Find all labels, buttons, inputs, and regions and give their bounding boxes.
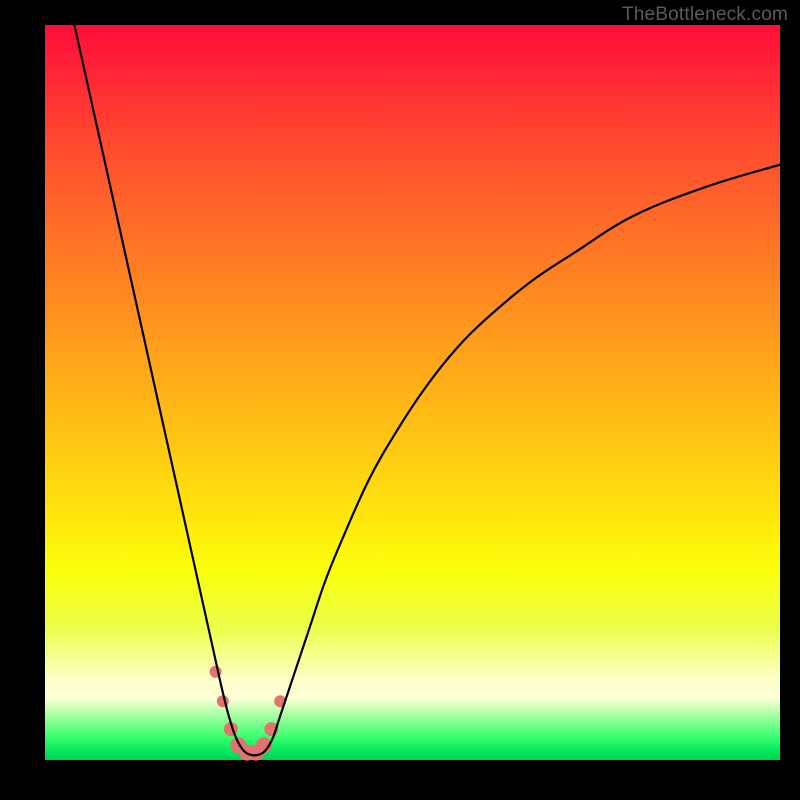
chart-frame: TheBottleneck.com — [0, 0, 800, 800]
chart-svg — [45, 25, 780, 760]
watermark-text: TheBottleneck.com — [622, 4, 788, 26]
bottleneck-curve-path — [74, 25, 780, 755]
